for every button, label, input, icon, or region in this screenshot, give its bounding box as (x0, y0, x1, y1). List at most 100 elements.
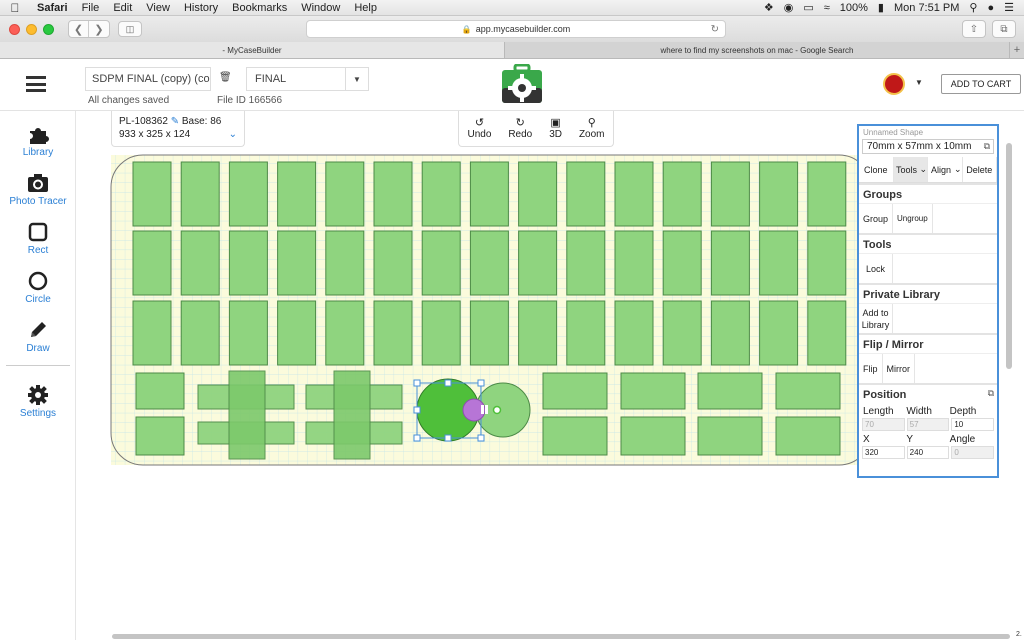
rect-cutout[interactable] (180, 230, 220, 296)
align-dropdown[interactable]: Align ⌄ (928, 157, 963, 182)
add-to-library-button[interactable]: Add to Library (859, 304, 893, 333)
corner-text: 2. (1016, 631, 1022, 638)
rect-cutout[interactable] (662, 230, 702, 296)
tools-section: Tools Lock (859, 233, 997, 283)
cube-icon: ▣ (550, 117, 561, 129)
ungroup-button[interactable]: Ungroup (893, 204, 933, 233)
rect-cutout[interactable] (759, 230, 799, 296)
copy-position-icon[interactable]: ⧉ (988, 388, 994, 399)
undo-button[interactable]: ↺ Undo (467, 117, 491, 140)
delete-button[interactable]: Delete (963, 157, 997, 182)
depth-input[interactable]: 10 (951, 418, 995, 431)
group-button[interactable]: Group (859, 204, 894, 233)
rect-cutout[interactable] (132, 300, 172, 366)
rect-cutout[interactable] (710, 230, 750, 296)
private-library-section: Private Library Add to Library (859, 283, 997, 333)
rect-cutout[interactable] (469, 161, 509, 227)
shape-properties-panel: Unnamed Shape 70mm x 57mm x 10mm ⧉ Clone… (857, 124, 999, 478)
rect-cutout[interactable] (697, 372, 763, 410)
width-label: Width (906, 406, 932, 417)
rotate-handle-left[interactable] (481, 405, 484, 414)
x-input[interactable]: 320 (862, 446, 905, 459)
width-input[interactable]: 57 (906, 418, 950, 431)
depth-label: Depth (949, 406, 977, 417)
horizontal-scrollbar[interactable] (112, 634, 1010, 639)
rect-cutout[interactable] (277, 230, 317, 296)
rect-cutout[interactable] (697, 416, 763, 456)
rect-cutout[interactable] (542, 416, 608, 456)
rect-cutout[interactable] (614, 161, 654, 227)
case-dimensions: 933 x 325 x 124 (119, 129, 191, 140)
rect-cutout[interactable] (759, 161, 799, 227)
rect-cutout[interactable] (421, 300, 461, 366)
rect-cutout[interactable] (518, 161, 558, 227)
rect-cutout[interactable] (542, 372, 608, 410)
flip-mirror-heading: Flip / Mirror (863, 339, 924, 351)
clone-button[interactable]: Clone (859, 157, 894, 182)
length-label: Length (863, 406, 894, 417)
vertical-scrollbar[interactable] (1006, 143, 1012, 369)
rect-cutout[interactable] (228, 161, 268, 227)
flip-button[interactable]: Flip (859, 354, 883, 383)
rect-cutout[interactable] (566, 230, 606, 296)
rect-cutout[interactable] (807, 161, 847, 227)
copy-icon[interactable]: ⧉ (984, 141, 990, 152)
rect-cutout[interactable] (518, 230, 558, 296)
rect-cutout[interactable] (373, 161, 413, 227)
rect-cutout[interactable] (566, 300, 606, 366)
rect-cutout[interactable] (228, 230, 268, 296)
rect-cutout[interactable] (277, 300, 317, 366)
private-library-heading: Private Library (863, 289, 941, 301)
edit-toolbar: ↺ Undo ↻ Redo ▣ 3D ⚲ Zoom (458, 111, 614, 147)
rect-cutout[interactable] (373, 230, 413, 296)
rect-cutout[interactable] (710, 161, 750, 227)
rect-cutout[interactable] (775, 372, 841, 410)
lock-button[interactable]: Lock (859, 254, 893, 283)
rect-cutout[interactable] (807, 230, 847, 296)
case-info-panel[interactable]: PL-108362 ✎ Base: 86 933 x 325 x 124 ⌄ (111, 111, 245, 147)
rect-cutout[interactable] (710, 300, 750, 366)
rect-cutout[interactable] (421, 161, 461, 227)
rect-cutout[interactable] (620, 416, 686, 456)
rect-cutout[interactable] (614, 300, 654, 366)
rect-cutout[interactable] (469, 230, 509, 296)
edit-pencil-icon[interactable]: ✎ (171, 116, 179, 127)
rect-cutout[interactable] (180, 300, 220, 366)
tools-dropdown[interactable]: Tools ⌄ (893, 157, 928, 182)
groups-heading: Groups (863, 189, 903, 201)
rect-cutout[interactable] (518, 300, 558, 366)
rect-cutout[interactable] (325, 300, 365, 366)
rect-cutout[interactable] (620, 372, 686, 410)
rect-cutout[interactable] (662, 161, 702, 227)
rect-cutout[interactable] (277, 161, 317, 227)
angle-input[interactable]: 0 (951, 446, 995, 459)
rect-cutout[interactable] (228, 300, 268, 366)
redo-button[interactable]: ↻ Redo (508, 117, 532, 140)
shape-name[interactable]: Unnamed Shape (859, 126, 997, 138)
rect-cutout[interactable] (373, 300, 413, 366)
rect-cutout[interactable] (566, 161, 606, 227)
chevron-down-icon[interactable]: ⌄ (229, 128, 237, 141)
length-input[interactable]: 70 (862, 418, 905, 431)
rect-cutout[interactable] (135, 416, 185, 456)
zoom-button[interactable]: ⚲ Zoom (579, 117, 605, 140)
rect-cutout[interactable] (132, 230, 172, 296)
rect-cutout[interactable] (180, 161, 220, 227)
rect-cutout[interactable] (132, 161, 172, 227)
rect-cutout[interactable] (325, 161, 365, 227)
rotate-handle-right[interactable] (485, 405, 488, 414)
rect-cutout[interactable] (759, 300, 799, 366)
rect-cutout[interactable] (325, 230, 365, 296)
view-3d-button[interactable]: ▣ 3D (549, 117, 562, 140)
rect-cutout[interactable] (421, 230, 461, 296)
rect-cutout[interactable] (775, 416, 841, 456)
mirror-button[interactable]: Mirror (883, 354, 916, 383)
shape-dimensions-field[interactable]: 70mm x 57mm x 10mm ⧉ (862, 139, 994, 154)
notch-anchor[interactable] (492, 405, 502, 415)
y-input[interactable]: 240 (906, 446, 950, 459)
rect-cutout[interactable] (614, 230, 654, 296)
rect-cutout[interactable] (662, 300, 702, 366)
rect-cutout[interactable] (469, 300, 509, 366)
rect-cutout[interactable] (135, 372, 185, 410)
rect-cutout[interactable] (807, 300, 847, 366)
